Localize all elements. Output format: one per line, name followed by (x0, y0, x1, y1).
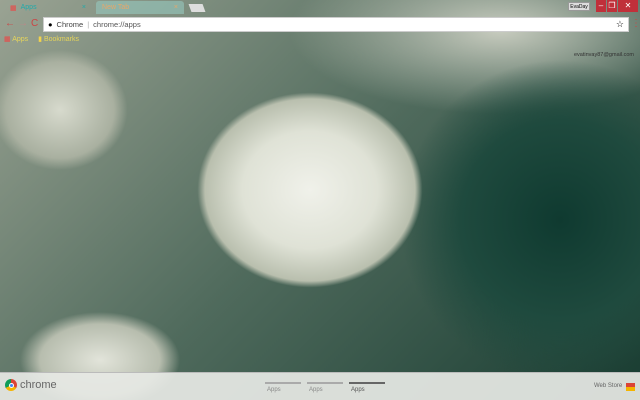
apps-footer: chrome Apps Apps Apps Web Store (0, 372, 640, 400)
tab-new-tab[interactable]: New Tab × (96, 1, 184, 14)
chrome-logo-text: chrome (20, 379, 57, 391)
bookmark-folder[interactable]: ▮ Bookmarks (38, 35, 79, 43)
web-store-icon[interactable] (626, 383, 635, 391)
minimize-button[interactable]: – (596, 0, 606, 12)
page-indicator-1[interactable] (265, 382, 301, 384)
separator: | (87, 20, 90, 29)
chrome-logo-icon (5, 379, 17, 391)
new-tab-button[interactable] (188, 4, 206, 12)
star-icon[interactable]: ☆ (616, 19, 624, 30)
restore-button[interactable]: ❐ (607, 0, 617, 12)
close-tab-button[interactable]: × (174, 4, 178, 11)
bookmark-apps[interactable]: ▦ Apps (4, 35, 28, 43)
bookmark-label: Bookmarks (43, 36, 79, 43)
page-indicator-3-active[interactable] (349, 382, 385, 384)
bookmark-label: Apps (12, 36, 29, 43)
forward-button[interactable]: → (18, 18, 28, 29)
close-tab-button[interactable]: × (82, 4, 86, 11)
menu-button[interactable]: ⋮ (631, 18, 640, 29)
folder-icon: ▮ (38, 36, 43, 43)
page-label[interactable]: Apps (351, 387, 365, 393)
apps-icon: ▦ (10, 4, 17, 12)
url-text[interactable]: chrome://apps (93, 20, 141, 29)
tab-strip: ▦ Apps × New Tab × EvaDay – ❐ ✕ (0, 0, 640, 14)
tab-apps[interactable]: ▦ Apps × (4, 1, 92, 14)
chrome-page-icon: ● (48, 20, 53, 29)
page-label[interactable]: Apps (267, 387, 281, 393)
account-email[interactable]: evatinvay87@gmail.com (574, 52, 634, 58)
tab-title: New Tab (102, 4, 130, 11)
chrome-logo: chrome (5, 379, 57, 391)
back-button[interactable]: ← (5, 18, 15, 29)
omnibox[interactable]: ● Chrome | chrome://apps ☆ (43, 17, 629, 32)
site-label: Chrome (56, 20, 84, 29)
web-store-link[interactable]: Web Store (594, 383, 622, 389)
close-window-button[interactable]: ✕ (618, 0, 638, 12)
reload-button[interactable]: C (31, 18, 38, 29)
user-button[interactable]: EvaDay (568, 2, 590, 11)
apps-icon: ▦ (4, 36, 11, 43)
page-label[interactable]: Apps (309, 387, 323, 393)
page-indicator-2[interactable] (307, 382, 343, 384)
bookmarks-bar: ▦ Apps ▮ Bookmarks (4, 35, 79, 43)
tab-title: Apps (20, 4, 37, 11)
